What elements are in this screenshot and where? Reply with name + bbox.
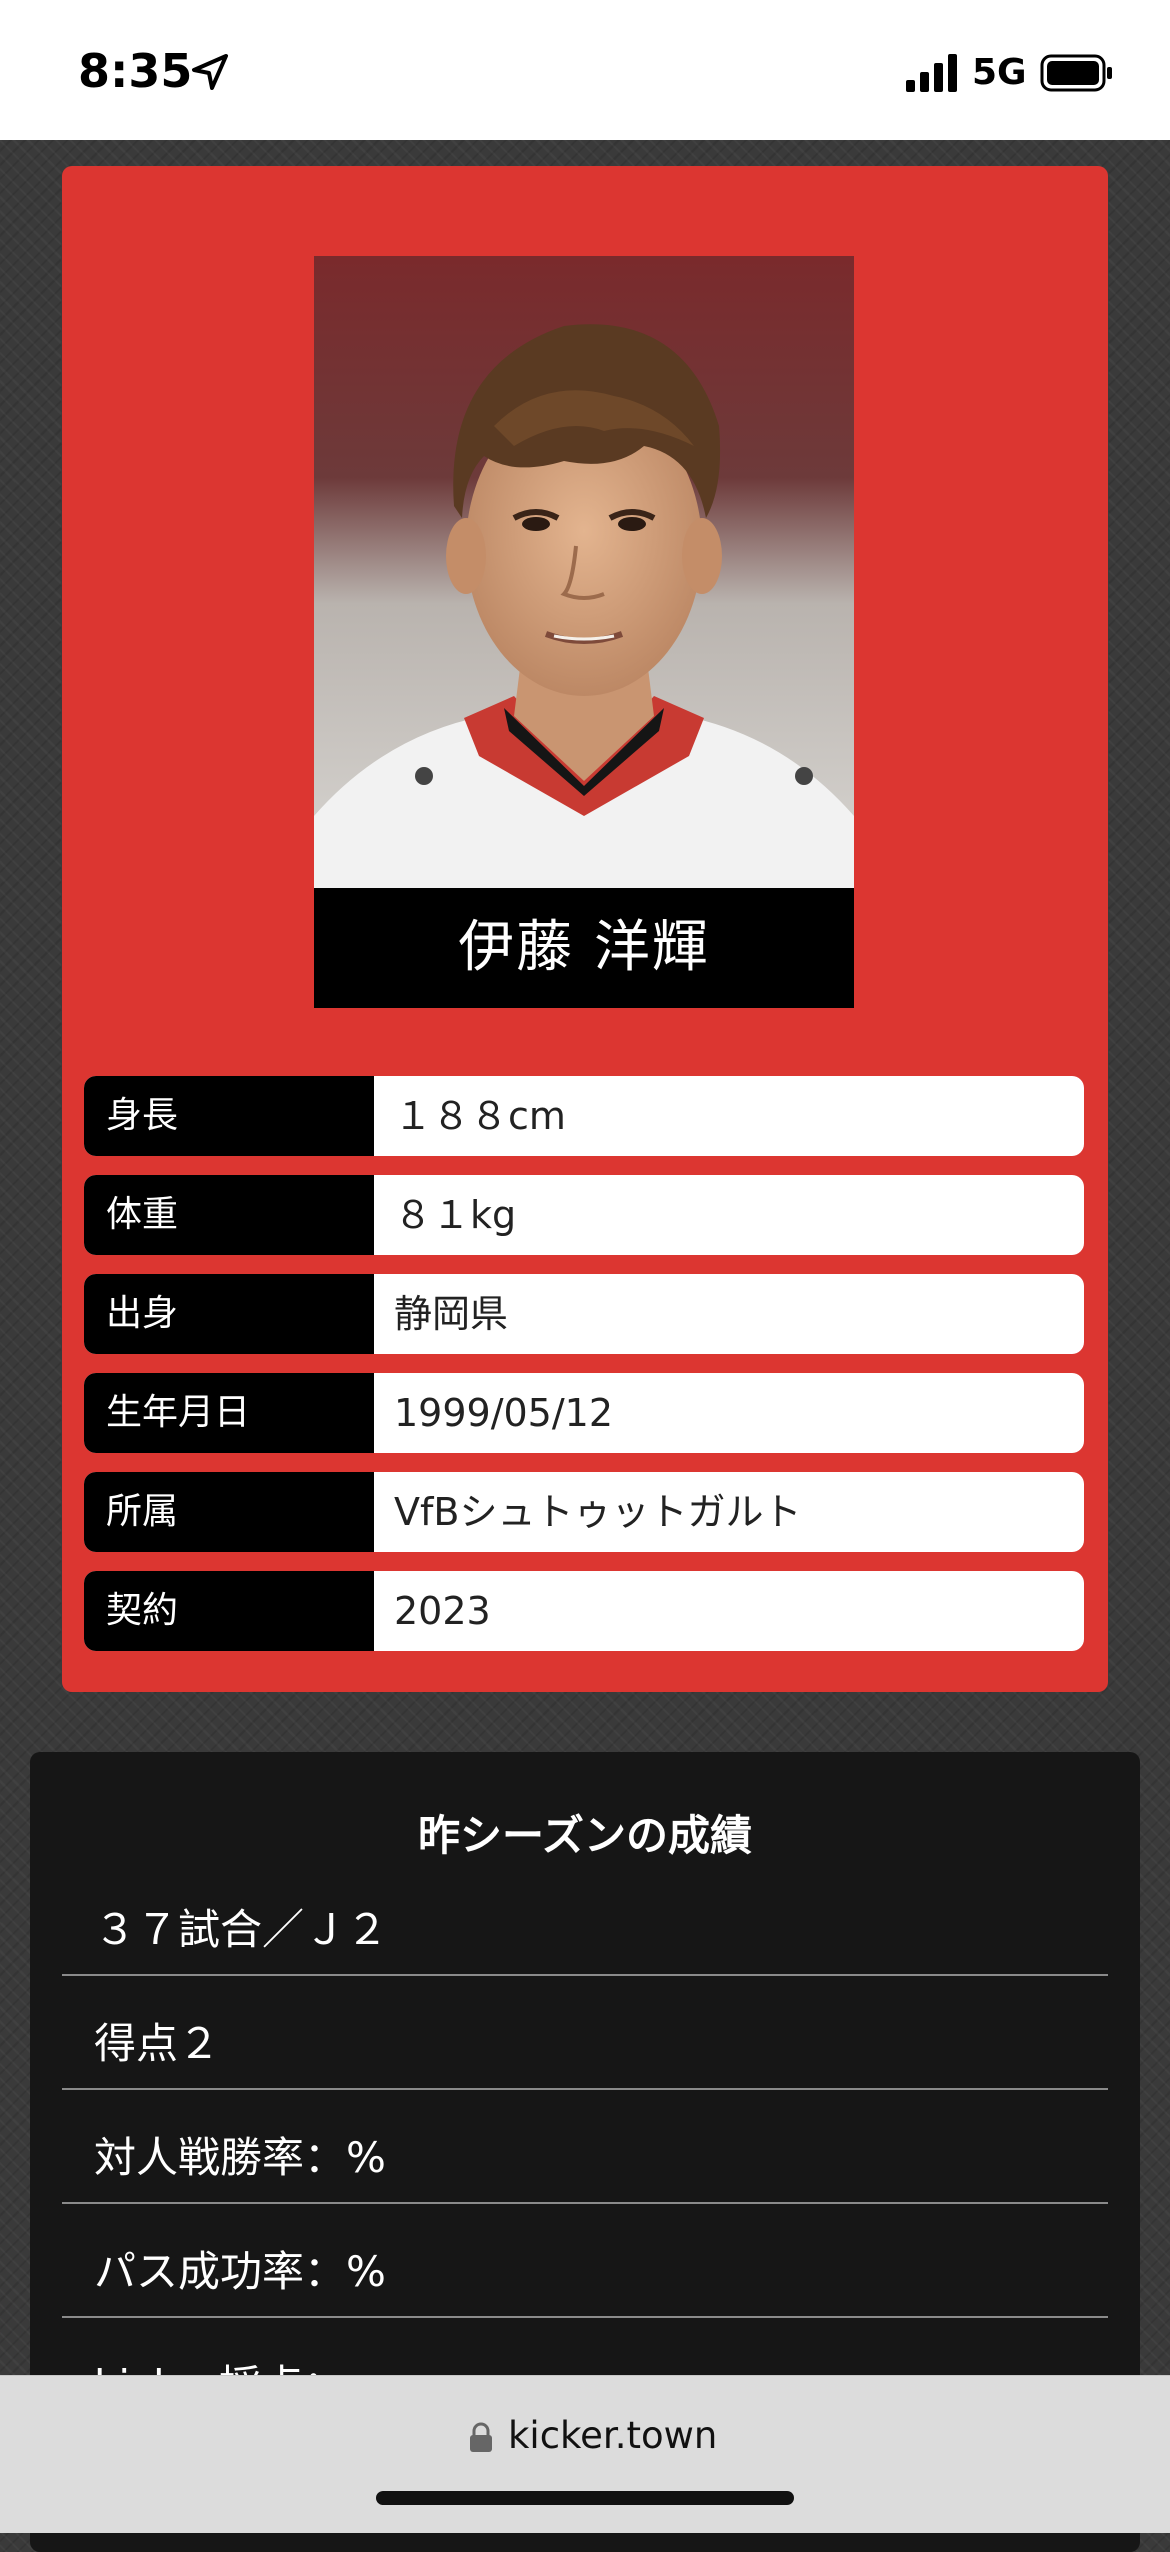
url-text[interactable]: kicker.town xyxy=(508,2414,717,2457)
lock-icon xyxy=(470,2422,492,2452)
info-row-contract: 契約 2023 xyxy=(84,1571,1084,1651)
stat-item-duels: 対人戦勝率：% xyxy=(62,2090,1108,2204)
info-label: 生年月日 xyxy=(84,1373,374,1453)
stat-item-goals: 得点２ xyxy=(62,1976,1108,2090)
stat-text: 得点２ xyxy=(94,2019,221,2068)
network-type: 5G xyxy=(972,52,1027,93)
info-label: 契約 xyxy=(84,1571,374,1651)
info-label: 体重 xyxy=(84,1175,374,1255)
info-row-birthdate: 生年月日 1999/05/12 xyxy=(84,1373,1084,1453)
info-row-club: 所属 VfBシュトゥットガルト xyxy=(84,1472,1084,1552)
player-photo xyxy=(314,256,854,888)
status-time: 8:35 xyxy=(78,44,193,98)
profile-info-table: 身長 １８８cm 体重 ８１kg 出身 静岡県 生年月日 1999/05/12 … xyxy=(84,1076,1084,1670)
info-row-hometown: 出身 静岡県 xyxy=(84,1274,1084,1354)
stat-item-matches: ３７試合／Ｊ２ xyxy=(62,1862,1108,1976)
stats-title: 昨シーズンの成績 xyxy=(418,1811,752,1860)
info-value: ８１kg xyxy=(394,1193,517,1237)
signal-icon xyxy=(906,54,957,92)
browser-address-bar[interactable]: kicker.town xyxy=(0,2375,1170,2533)
location-arrow-icon xyxy=(192,54,228,90)
photo-frame: 伊藤 洋輝 xyxy=(314,256,854,1008)
profile-card: 伊藤 洋輝 身長 １８８cm 体重 ８１kg 出身 静岡県 生年月日 1999/… xyxy=(62,166,1108,1692)
stat-text: 対人戦勝率：% xyxy=(94,2133,386,2182)
player-name: 伊藤 洋輝 xyxy=(458,915,710,980)
info-value: 2023 xyxy=(394,1589,491,1633)
info-value: 1999/05/12 xyxy=(394,1391,614,1435)
stat-text: ３７試合／Ｊ２ xyxy=(94,1905,389,1954)
battery-icon xyxy=(1040,54,1112,92)
stat-item-pass-rate: パス成功率：% xyxy=(62,2204,1108,2318)
info-label: 所属 xyxy=(84,1472,374,1552)
info-row-weight: 体重 ８１kg xyxy=(84,1175,1084,1255)
stat-text: パス成功率：% xyxy=(94,2247,386,2296)
info-value: VfBシュトゥットガルト xyxy=(394,1490,802,1534)
info-value: 静岡県 xyxy=(394,1292,509,1336)
info-value: １８８cm xyxy=(394,1094,566,1138)
info-row-height: 身長 １８８cm xyxy=(84,1076,1084,1156)
info-label: 身長 xyxy=(84,1076,374,1156)
home-indicator[interactable] xyxy=(376,2491,794,2505)
info-label: 出身 xyxy=(84,1274,374,1354)
status-bar: 8:35 5G xyxy=(0,0,1170,140)
